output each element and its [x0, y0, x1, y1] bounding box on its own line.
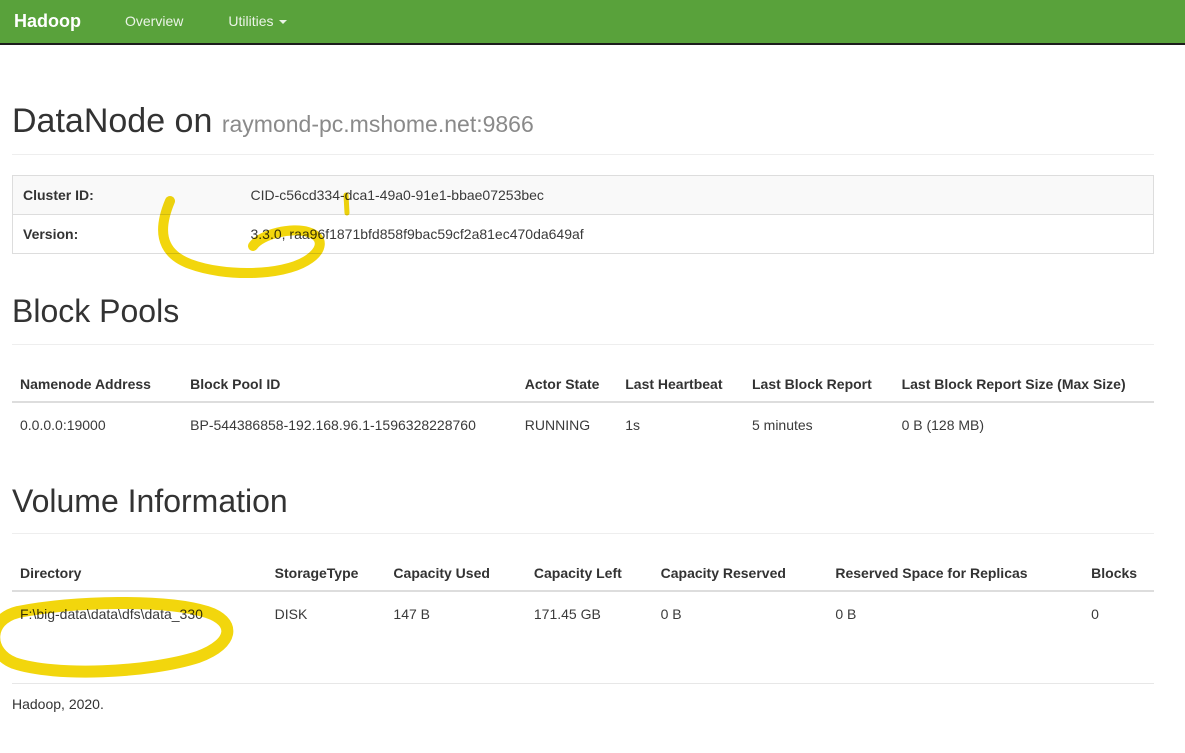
page-title-text: DataNode on	[12, 102, 212, 140]
cluster-info-table: Cluster ID: CID-c56cd334-dca1-49a0-91e1-…	[12, 175, 1154, 254]
version-label: Version:	[13, 215, 241, 254]
table-header-row: Namenode Address Block Pool ID Actor Sta…	[12, 365, 1154, 402]
volume-information-header: Volume Information	[12, 484, 1154, 534]
cell-directory: F:\big-data\data\dfs\data_330	[12, 591, 267, 633]
nav-item-utilities-label: Utilities	[228, 0, 273, 44]
cluster-id-value: CID-c56cd334-dca1-49a0-91e1-bbae07253bec	[241, 176, 1154, 215]
table-row: Cluster ID: CID-c56cd334-dca1-49a0-91e1-…	[13, 176, 1154, 215]
cluster-id-label: Cluster ID:	[13, 176, 241, 215]
nav-item-overview-label: Overview	[125, 0, 183, 44]
cell-capacity-left: 171.45 GB	[526, 591, 653, 633]
cell-block-pool-id: BP-544386858-192.168.96.1-1596328228760	[182, 402, 517, 444]
column-header-reserved-space-replicas: Reserved Space for Replicas	[827, 554, 1083, 591]
cell-storage-type: DISK	[267, 591, 386, 633]
column-header-block-pool-id: Block Pool ID	[182, 365, 517, 402]
block-pools-heading: Block Pools	[12, 294, 1154, 329]
cell-capacity-used: 147 B	[385, 591, 525, 633]
cell-last-block-report-size: 0 B (128 MB)	[894, 402, 1154, 444]
cell-reserved-space-replicas: 0 B	[827, 591, 1083, 633]
main-content: DataNode on raymond-pc.mshome.net:9866 C…	[0, 103, 1185, 712]
caret-down-icon	[279, 20, 287, 24]
column-header-capacity-reserved: Capacity Reserved	[653, 554, 828, 591]
nav-item-overview[interactable]: Overview	[109, 0, 199, 44]
footer-text: Hadoop, 2020.	[12, 684, 1154, 712]
cell-last-block-report: 5 minutes	[744, 402, 894, 444]
volume-information-table: Directory StorageType Capacity Used Capa…	[12, 554, 1154, 633]
table-header-row: Directory StorageType Capacity Used Capa…	[12, 554, 1154, 591]
column-header-last-block-report: Last Block Report	[744, 365, 894, 402]
column-header-directory: Directory	[12, 554, 267, 591]
column-header-namenode-address: Namenode Address	[12, 365, 182, 402]
block-pools-table: Namenode Address Block Pool ID Actor Sta…	[12, 365, 1154, 444]
column-header-actor-state: Actor State	[517, 365, 617, 402]
column-header-capacity-left: Capacity Left	[526, 554, 653, 591]
cell-actor-state: RUNNING	[517, 402, 617, 444]
cell-blocks: 0	[1083, 591, 1154, 633]
column-header-blocks: Blocks	[1083, 554, 1154, 591]
nav-item-utilities[interactable]: Utilities	[212, 0, 303, 44]
navbar-brand[interactable]: Hadoop	[0, 0, 96, 44]
version-value: 3.3.0, raa96f1871bfd858f9bac59cf2a81ec47…	[241, 215, 1154, 254]
table-row: F:\big-data\data\dfs\data_330 DISK 147 B…	[12, 591, 1154, 633]
column-header-last-heartbeat: Last Heartbeat	[617, 365, 744, 402]
cell-capacity-reserved: 0 B	[653, 591, 828, 633]
volume-information-heading: Volume Information	[12, 484, 1154, 519]
page-footer: Hadoop, 2020.	[12, 683, 1154, 712]
block-pools-header: Block Pools	[12, 294, 1154, 344]
table-row: Version: 3.3.0, raa96f1871bfd858f9bac59c…	[13, 215, 1154, 254]
cell-last-heartbeat: 1s	[617, 402, 744, 444]
column-header-storage-type: StorageType	[267, 554, 386, 591]
page-header: DataNode on raymond-pc.mshome.net:9866	[12, 103, 1154, 155]
cell-namenode-address: 0.0.0.0:19000	[12, 402, 182, 444]
page-title: DataNode on raymond-pc.mshome.net:9866	[12, 103, 1154, 140]
table-row: 0.0.0.0:19000 BP-544386858-192.168.96.1-…	[12, 402, 1154, 444]
datanode-host-address: raymond-pc.mshome.net:9866	[222, 111, 534, 137]
navbar: Hadoop Overview Utilities	[0, 0, 1185, 45]
column-header-capacity-used: Capacity Used	[385, 554, 525, 591]
column-header-last-block-report-size: Last Block Report Size (Max Size)	[894, 365, 1154, 402]
